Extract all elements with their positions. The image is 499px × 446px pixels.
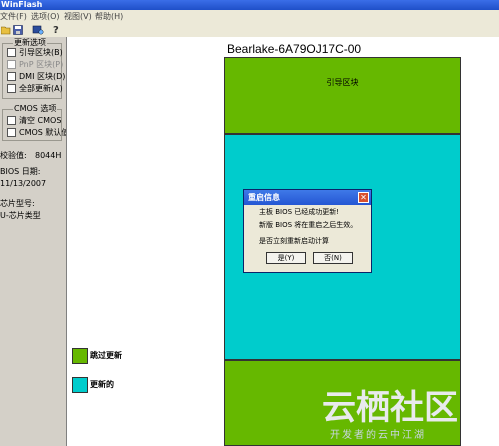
- help-icon[interactable]: ?: [51, 24, 61, 36]
- checkbox-label: CMOS 默认值: [19, 128, 70, 137]
- checkbox-label: 清空 CMOS: [19, 116, 62, 125]
- yes-button[interactable]: 是(Y): [266, 252, 306, 264]
- checkbox-pnp-block: PnP 区块(P): [7, 60, 63, 70]
- checkbox-dmi-block[interactable]: DMI 区块(D): [7, 72, 65, 82]
- checkbox-box[interactable]: [7, 116, 16, 125]
- chip-value: U-芯片类型: [0, 211, 41, 220]
- menu-view[interactable]: 视图(V): [64, 11, 92, 22]
- checksum-label: 校验值:: [0, 151, 27, 160]
- options-panel: 更新选项 引导区块(B) PnP 区块(P) DMI 区块(D) 全部更新(A)…: [0, 37, 69, 446]
- checkbox-box[interactable]: [7, 128, 16, 137]
- legend-skip-label: 跳过更新: [90, 351, 122, 360]
- svg-text:?: ?: [53, 25, 59, 35]
- checkbox-update-all[interactable]: 全部更新(A): [7, 84, 63, 94]
- watermark-logo: 云栖社区: [322, 388, 458, 428]
- dialog-message-line3: 是否立刻重新启动计算: [259, 237, 329, 245]
- dialog-message-line1: 主板 BIOS 已经成功更新!: [259, 208, 340, 216]
- dialog-title: 重启信息: [248, 193, 280, 202]
- boot-block-label: 引导区块: [326, 78, 359, 87]
- bios-date-label: BIOS 日期:: [0, 167, 41, 176]
- checkbox-label: PnP 区块(P): [19, 60, 64, 69]
- window-title: WinFlash: [1, 0, 43, 9]
- menu-file[interactable]: 文件(F): [0, 11, 27, 22]
- chip-label: 芯片型号:: [0, 199, 35, 208]
- watermark-subtitle: 开发者的云中江湖: [330, 430, 426, 441]
- board-model-title: Bearlake-6A79OJ17C-00: [227, 42, 362, 56]
- checkbox-box[interactable]: [7, 48, 16, 57]
- boot-block: 引导区块: [224, 57, 461, 134]
- checkbox-box[interactable]: [7, 84, 16, 93]
- legend-updated-swatch: [72, 377, 88, 393]
- window-titlebar: WinFlash: [0, 0, 499, 10]
- checkbox-label: 全部更新(A): [19, 84, 63, 93]
- checksum-value: 8044H: [35, 151, 62, 160]
- cmos-options-title: CMOS 选项: [13, 104, 58, 114]
- checkbox-cmos-default[interactable]: CMOS 默认值: [7, 128, 69, 138]
- folder-open-icon[interactable]: [0, 24, 11, 35]
- close-icon[interactable]: ✕: [358, 192, 369, 203]
- menu-bar: 文件(F) 选项(O) 视图(V) 帮助(H): [0, 10, 499, 23]
- menu-help[interactable]: 帮助(H): [95, 11, 123, 22]
- toolbar: ?: [0, 23, 499, 38]
- checkbox-box: [7, 60, 16, 69]
- menu-options[interactable]: 选项(O): [31, 11, 60, 22]
- restart-dialog: 重启信息 ✕ 主板 BIOS 已经成功更新! 新版 BIOS 将在重启之后生效。…: [243, 189, 372, 273]
- save-icon[interactable]: [13, 24, 23, 35]
- flash-chip-icon[interactable]: [32, 24, 44, 35]
- legend-updated-label: 更新的: [90, 380, 114, 389]
- dialog-message-line2: 新版 BIOS 将在重启之后生效。: [259, 221, 358, 229]
- no-button[interactable]: 否(N): [313, 252, 353, 264]
- update-options-title: 更新选项: [13, 38, 47, 48]
- update-options-group: 更新选项 引导区块(B) PnP 区块(P) DMI 区块(D) 全部更新(A): [2, 38, 65, 99]
- checkbox-label: 引导区块(B): [19, 48, 63, 57]
- checkbox-box[interactable]: [7, 72, 16, 81]
- cmos-options-group: CMOS 选项 清空 CMOS CMOS 默认值: [2, 104, 69, 141]
- checkbox-boot-block[interactable]: 引导区块(B): [7, 48, 63, 58]
- dialog-titlebar: 重启信息 ✕: [244, 190, 371, 205]
- checkbox-clear-cmos[interactable]: 清空 CMOS: [7, 116, 61, 126]
- checkbox-label: DMI 区块(D): [19, 72, 66, 81]
- legend-skip-swatch: [72, 348, 88, 364]
- bios-date-value: 11/13/2007: [0, 179, 47, 188]
